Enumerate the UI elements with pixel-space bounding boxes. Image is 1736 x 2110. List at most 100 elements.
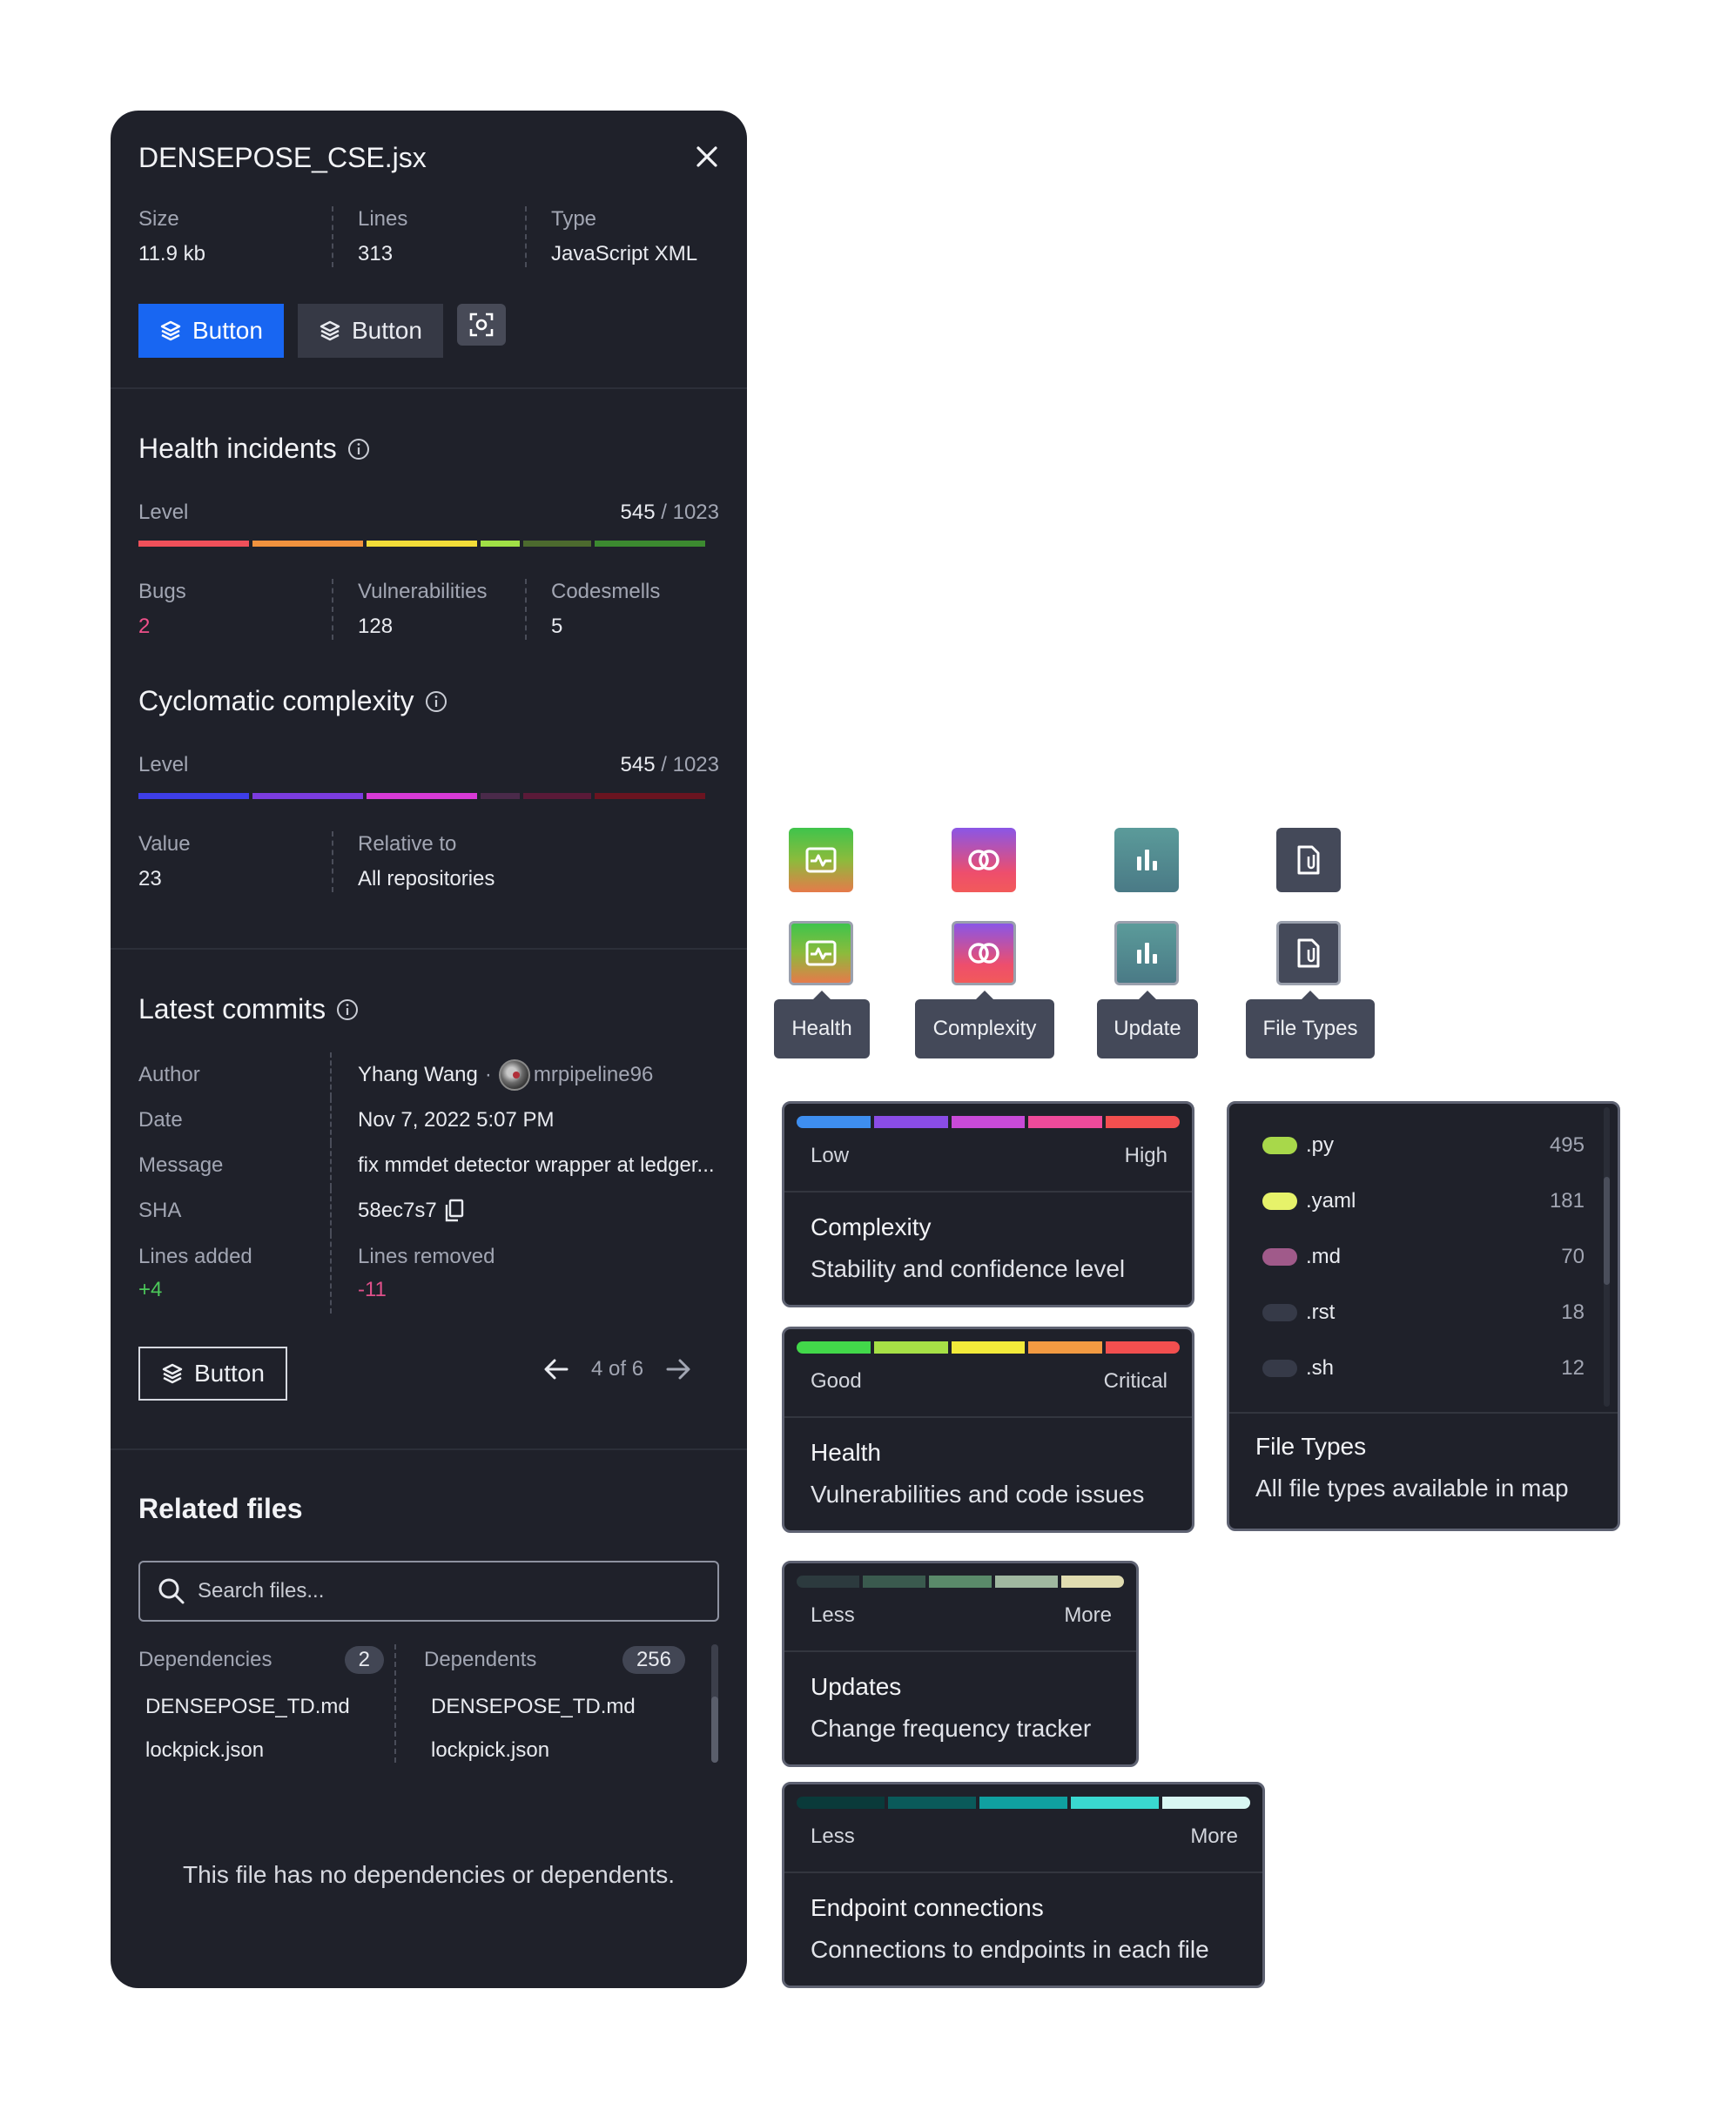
updates-legend-bar — [797, 1576, 1124, 1588]
legend-segment — [1106, 1341, 1180, 1354]
health-legend-bar — [797, 1341, 1180, 1354]
bar-segment — [138, 793, 249, 799]
scrollbar-thumb[interactable] — [711, 1697, 718, 1763]
divider — [111, 948, 747, 950]
bar-segment — [523, 793, 591, 799]
search-field[interactable] — [138, 1561, 719, 1622]
file-type-item[interactable]: .md 70 — [1262, 1245, 1585, 1269]
file-types-tile[interactable] — [1276, 828, 1341, 892]
info-icon[interactable] — [425, 690, 447, 713]
health-tile[interactable] — [789, 828, 853, 892]
commit-date-row: Date Nov 7, 2022 5:07 PM — [138, 1098, 719, 1143]
list-item[interactable]: DENSEPOSE_TD.md — [138, 1695, 384, 1719]
legend-segment — [1106, 1116, 1180, 1128]
commit-sha-row: SHA 58ec7s7 — [138, 1188, 719, 1233]
complexity-tile-active[interactable] — [952, 921, 1016, 985]
bar-segment — [481, 541, 520, 547]
primary-button[interactable]: Button — [138, 304, 284, 358]
arrow-left-icon[interactable] — [542, 1355, 570, 1383]
complexity-legend-bar — [797, 1116, 1180, 1128]
dependents-label: Dependents — [424, 1648, 537, 1671]
health-level-row: Level 545 / 1023 — [138, 501, 719, 524]
divider — [784, 1871, 1262, 1873]
color-swatch — [1262, 1360, 1297, 1377]
commit-details: Author Yhang Wang · mrpipeline96 Date No… — [138, 1052, 719, 1314]
legend-segment — [797, 1341, 871, 1354]
file-icon — [1297, 938, 1320, 968]
complexity-level-row: Level 545 / 1023 — [138, 753, 719, 776]
scrollbar-thumb[interactable] — [1604, 1177, 1610, 1285]
divider — [111, 1448, 747, 1450]
file-icon — [1297, 845, 1320, 875]
legend-segment — [1162, 1797, 1250, 1809]
file-name-title: DENSEPOSE_CSE.jsx — [138, 142, 427, 173]
list-item[interactable]: lockpick.json — [424, 1738, 685, 1763]
author-handle[interactable]: mrpipeline96 — [534, 1063, 653, 1087]
divider — [784, 1416, 1192, 1418]
author-name[interactable]: Yhang Wang — [358, 1063, 478, 1087]
endpoints-legend-card: Less More Endpoint connections Connectio… — [782, 1782, 1265, 1988]
legend-segment — [979, 1797, 1067, 1809]
legend-segment — [995, 1576, 1058, 1588]
legend-title: Health — [811, 1439, 881, 1466]
meta-lines: Lines 313 — [332, 206, 525, 267]
legend-segment — [1061, 1576, 1124, 1588]
list-item[interactable]: lockpick.json — [138, 1738, 384, 1763]
copy-icon[interactable] — [444, 1199, 465, 1223]
file-types-tile-active[interactable] — [1276, 921, 1341, 985]
commit-sha: 58ec7s7 — [358, 1199, 437, 1222]
dependencies-list: Dependencies 2 DENSEPOSE_TD.md lockpick.… — [138, 1644, 384, 1763]
avatar — [498, 1059, 530, 1091]
close-icon[interactable] — [694, 144, 720, 170]
tooltip-update: Update — [1097, 991, 1198, 1058]
complexity-legend-card: Low High Complexity Stability and confid… — [782, 1101, 1194, 1307]
legend-segment — [929, 1576, 992, 1588]
empty-state-message: This file has no dependencies or depende… — [182, 1861, 676, 1888]
endpoints-legend-bar — [797, 1797, 1250, 1809]
outline-button[interactable]: Button — [138, 1347, 287, 1401]
dependents-list: Dependents 256 DENSEPOSE_TD.md lockpick.… — [424, 1644, 685, 1763]
lines-added-value: +4 — [138, 1278, 163, 1301]
legend-segment — [797, 1116, 871, 1128]
search-input[interactable] — [198, 1579, 685, 1603]
search-icon — [158, 1578, 185, 1604]
divider — [1229, 1412, 1618, 1414]
divider — [784, 1191, 1192, 1193]
bar-segment — [367, 541, 477, 547]
legend-segment — [863, 1576, 925, 1588]
legend-subtitle: Stability and confidence level — [811, 1255, 1126, 1282]
complexity-tile[interactable] — [952, 828, 1016, 892]
dependencies-label: Dependencies — [138, 1648, 273, 1671]
arrow-right-icon[interactable] — [664, 1355, 692, 1383]
update-tile[interactable] — [1114, 828, 1179, 892]
legend-subtitle: Connections to endpoints in each file — [811, 1936, 1209, 1963]
secondary-button[interactable]: Button — [297, 304, 443, 358]
file-details-panel: DENSEPOSE_CSE.jsx Size 11.9 kb Lines 313… — [111, 111, 747, 1988]
health-level-bar — [138, 541, 719, 547]
info-icon[interactable] — [347, 438, 370, 460]
health-icon — [805, 940, 837, 966]
commit-message: fix mmdet detector wrapper at ledger... — [358, 1153, 715, 1177]
file-type-item[interactable]: .sh 12 — [1262, 1356, 1585, 1381]
file-type-item[interactable]: .yaml 181 — [1262, 1189, 1585, 1213]
color-swatch — [1262, 1137, 1297, 1154]
pager-label: 4 of 6 — [591, 1357, 644, 1381]
lines-removed-value: -11 — [358, 1278, 387, 1301]
health-level-value: 545 / 1023 — [620, 501, 719, 524]
meta-type: Type JavaScript XML — [525, 206, 718, 267]
stat-codesmells: Codesmells 5 — [525, 579, 718, 640]
info-icon[interactable] — [336, 998, 359, 1021]
update-tile-active[interactable] — [1114, 921, 1179, 985]
secondary-button-label: Button — [351, 317, 422, 344]
legend-high-label: High — [1124, 1144, 1167, 1167]
file-type-item[interactable]: .rst 18 — [1262, 1300, 1585, 1325]
health-tile-active[interactable] — [789, 921, 853, 985]
legend-subtitle: Change frequency tracker — [811, 1715, 1092, 1742]
divider — [111, 387, 747, 389]
focus-button[interactable] — [456, 304, 506, 346]
meta-size: Size 11.9 kb — [138, 207, 205, 265]
list-item[interactable]: DENSEPOSE_TD.md — [424, 1695, 685, 1719]
legend-segment — [797, 1797, 885, 1809]
file-type-item[interactable]: .py 495 — [1262, 1133, 1585, 1158]
legend-segment — [1028, 1116, 1103, 1128]
